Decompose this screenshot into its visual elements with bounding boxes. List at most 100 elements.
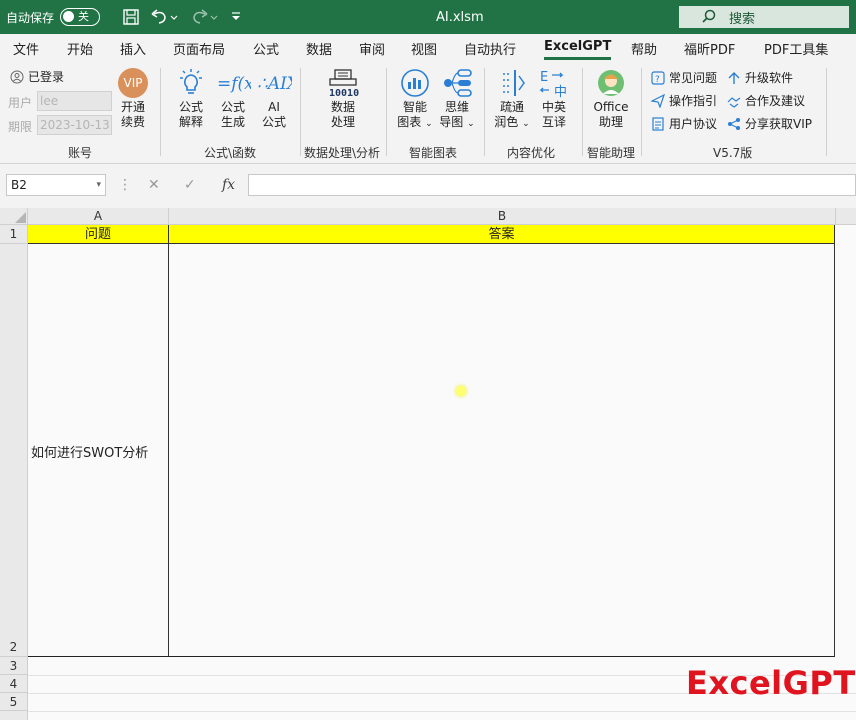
chevron-down-icon: ⌄ <box>467 119 475 129</box>
row-header-3[interactable]: 3 <box>0 657 28 675</box>
expiry-field[interactable]: 2023-10-13 <box>37 115 112 135</box>
mind-map-icon <box>444 69 472 97</box>
agreement-button[interactable]: 用户协议 <box>651 115 717 132</box>
mind-map-button[interactable]: 思维 导图 ⌄ <box>436 68 478 132</box>
data-icon: 10010 <box>329 69 359 98</box>
tab-help[interactable]: 帮助 <box>631 39 657 58</box>
polish-icon <box>503 70 525 96</box>
share-icon <box>728 117 740 130</box>
row-header-1[interactable]: 1 <box>0 225 28 244</box>
tab-review[interactable]: 审阅 <box>359 39 385 58</box>
data-processing-button[interactable]: 10010 数据 处理 <box>322 68 364 130</box>
cancel-icon[interactable]: ✕ <box>148 174 160 196</box>
ai-formula-label-2: 公式 <box>261 115 286 129</box>
chevron-down-icon: ⌄ <box>522 119 530 129</box>
row-header-4[interactable]: 4 <box>0 675 28 693</box>
tab-view[interactable]: 视图 <box>411 39 437 58</box>
tab-home[interactable]: 开始 <box>67 39 93 58</box>
search-box[interactable]: 搜索 <box>679 6 849 28</box>
svg-text:∴ΑΙΧ: ∴ΑΙΧ <box>257 74 292 94</box>
faq-button[interactable]: ? 常见问题 <box>651 69 717 86</box>
renew-button[interactable]: VIP 开通 续费 <box>116 68 150 130</box>
group-label-content: 内容优化 <box>507 146 556 160</box>
tab-file[interactable]: 文件 <box>13 39 39 58</box>
column-header-a[interactable]: A <box>28 208 169 225</box>
assistant-avatar-icon <box>598 70 624 96</box>
group-separator <box>160 68 161 156</box>
autosave-toggle-group[interactable]: 自动保存 关 <box>6 0 101 34</box>
save-icon[interactable] <box>122 0 140 34</box>
handshake-icon <box>727 96 741 108</box>
tab-pdf-tools[interactable]: PDF工具集 <box>764 39 828 58</box>
translate-button[interactable]: E中 中英 互译 <box>534 68 574 130</box>
office-assistant-button[interactable]: Office 助理 <box>589 68 633 130</box>
group-label-assistant: 智能助理 <box>587 146 636 160</box>
svg-text:中: 中 <box>554 85 567 98</box>
tab-automate[interactable]: 自动执行 <box>464 39 516 58</box>
formula-generate-label-1: 公式 <box>220 100 245 114</box>
row-header-5[interactable]: 5 <box>0 693 28 711</box>
insert-function-icon[interactable]: fx <box>222 174 235 196</box>
autosave-toggle[interactable]: 关 <box>60 8 101 26</box>
function-icon: =f(x) <box>217 74 251 94</box>
user-field[interactable]: lee <box>37 91 112 111</box>
upgrade-label: 升级软件 <box>745 71 794 85</box>
mind-map-label-1: 思维 <box>444 100 469 114</box>
ai-formula-button[interactable]: ∴ΑΙΧ AI 公式 <box>255 68 293 130</box>
name-box[interactable]: B2 ▾ <box>6 174 106 196</box>
group-separator <box>386 68 387 156</box>
smart-chart-label-1: 智能 <box>402 100 427 114</box>
select-all-corner[interactable] <box>0 208 28 225</box>
mind-map-label-2: 导图 <box>439 115 464 129</box>
autosave-label: 自动保存 <box>6 10 55 25</box>
tab-page-layout[interactable]: 页面布局 <box>173 39 225 58</box>
undo-icon[interactable] <box>150 0 178 34</box>
group-separator <box>826 68 827 156</box>
cell-b1[interactable]: 答案 <box>169 225 835 244</box>
share-vip-label: 分享获取VIP <box>745 117 812 131</box>
cell-a2[interactable]: 如何进行SWOT分析 <box>28 244 169 657</box>
formula-explain-label-2: 解释 <box>178 115 203 129</box>
question-icon: ? <box>651 70 665 85</box>
cell-b2[interactable] <box>169 244 835 657</box>
guide-label: 操作指引 <box>669 94 718 108</box>
group-separator <box>582 68 583 156</box>
office-assistant-label-2: 助理 <box>598 115 623 129</box>
customize-toolbar-icon[interactable] <box>230 0 242 34</box>
window-title: AI.xlsm <box>436 9 484 25</box>
formula-input[interactable] <box>248 174 856 196</box>
column-header-b[interactable]: B <box>169 208 836 225</box>
group-label-formula: 公式\函数 <box>204 146 257 160</box>
group-label-data: 数据处理\分析 <box>304 146 381 160</box>
cell-a1[interactable]: 问题 <box>28 225 169 244</box>
data-processing-label-2: 处理 <box>330 115 355 129</box>
tab-formulas[interactable]: 公式 <box>253 39 279 58</box>
cooperate-button[interactable]: 合作及建议 <box>727 92 805 109</box>
tab-insert[interactable]: 插入 <box>120 39 146 58</box>
translate-label-1: 中英 <box>541 100 566 114</box>
share-vip-button[interactable]: 分享获取VIP <box>727 115 812 132</box>
guide-button[interactable]: 操作指引 <box>651 92 717 109</box>
tab-data[interactable]: 数据 <box>306 39 332 58</box>
polish-button[interactable]: 疏通 润色 ⌄ <box>490 68 534 132</box>
column-header-c[interactable] <box>836 208 856 225</box>
smart-chart-button[interactable]: 智能 图表 ⌄ <box>394 68 436 132</box>
tab-foxit-pdf[interactable]: 福昕PDF <box>684 39 735 58</box>
group-label-account: 账号 <box>68 146 93 160</box>
row-header-2[interactable]: 2 <box>0 244 28 657</box>
tab-excelgpt[interactable]: ExcelGPT <box>544 39 612 60</box>
row-header-6[interactable] <box>0 711 28 720</box>
search-icon <box>701 9 717 29</box>
formula-generate-button[interactable]: =f(x) 公式 生成 <box>213 68 253 130</box>
upgrade-button[interactable]: 升级软件 <box>727 69 793 86</box>
formula-bar: B2 ▾ ⋮ ✕ ✓ fx <box>0 164 856 208</box>
user-label: 用户 <box>8 96 33 110</box>
svg-text:=f(x): =f(x) <box>217 74 251 94</box>
loading-dot-icon <box>456 386 466 396</box>
name-box-value: B2 <box>11 178 27 192</box>
redo-icon[interactable] <box>190 0 218 34</box>
formula-explain-button[interactable]: 公式 解释 <box>171 68 211 130</box>
enter-icon[interactable]: ✓ <box>184 174 196 196</box>
agreement-label: 用户协议 <box>669 117 718 131</box>
svg-text:E: E <box>540 70 548 85</box>
